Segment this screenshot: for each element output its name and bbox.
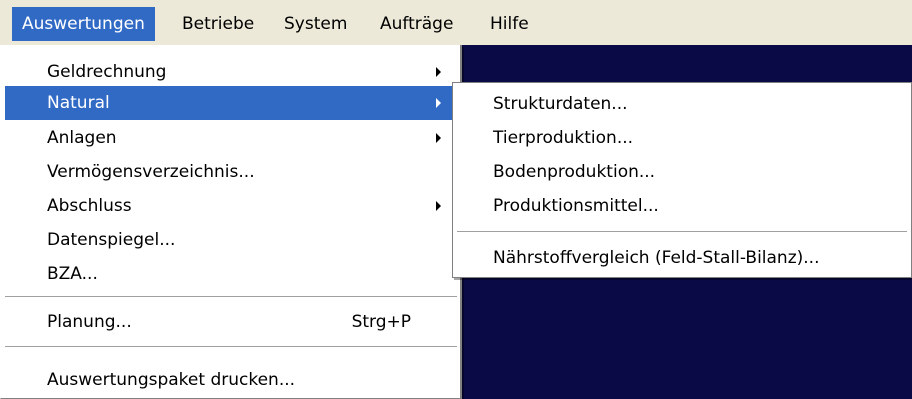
menu-item-abschluss[interactable]: Abschluss (5, 189, 457, 223)
menu-item-label: Strukturdaten... (493, 94, 628, 114)
menu-item-auswertungspaket-drucken[interactable]: Auswertungspaket drucken... (5, 363, 457, 397)
menu-item-anlagen[interactable]: Anlagen (5, 121, 457, 155)
menubar-item-auftraege[interactable]: Aufträge (370, 7, 463, 41)
menu-item-planung[interactable]: Planung... Strg+P (5, 305, 457, 339)
menu-item-label: Anlagen (47, 128, 117, 148)
natural-submenu: Strukturdaten... Tierproduktion... Boden… (452, 82, 912, 278)
auswertungen-dropdown-menu: Geldrechnung Natural Anlagen Vermögensve… (0, 45, 462, 399)
menu-item-shortcut: Strg+P (351, 312, 411, 332)
submenu-item-strukturdaten[interactable]: Strukturdaten... (457, 87, 907, 121)
menu-item-label: BZA... (47, 264, 98, 284)
submenu-arrow-icon (436, 201, 441, 211)
submenu-item-bodenproduktion[interactable]: Bodenproduktion... (457, 155, 907, 189)
menubar-item-system[interactable]: System (274, 7, 357, 41)
submenu-item-naehrstoffvergleich[interactable]: Nährstoffvergleich (Feld-Stall-Bilanz)..… (457, 241, 907, 275)
menu-item-geldrechnung[interactable]: Geldrechnung (5, 55, 457, 89)
menu-item-datenspiegel[interactable]: Datenspiegel... (5, 223, 457, 257)
submenu-item-produktionsmittel[interactable]: Produktionsmittel... (457, 189, 907, 223)
menu-item-label: Bodenproduktion... (493, 162, 656, 182)
menubar-item-hilfe[interactable]: Hilfe (480, 7, 539, 41)
submenu-item-tierproduktion[interactable]: Tierproduktion... (457, 121, 907, 155)
menu-item-label: Vermögensverzeichnis... (47, 162, 255, 182)
submenu-arrow-icon (436, 98, 441, 108)
menu-item-label: Tierproduktion... (493, 128, 634, 148)
submenu-arrow-icon (436, 67, 441, 77)
submenu-arrow-icon (436, 133, 441, 143)
menu-item-label: Natural (47, 93, 110, 113)
menu-item-label: Abschluss (47, 196, 132, 216)
menu-separator (5, 296, 457, 298)
menubar-item-betriebe[interactable]: Betriebe (172, 7, 264, 41)
menu-item-vermoegensverzeichnis[interactable]: Vermögensverzeichnis... (5, 155, 457, 189)
menu-bar: Auswertungen Betriebe System Aufträge Hi… (0, 0, 912, 45)
menu-item-natural[interactable]: Natural (5, 86, 457, 120)
menu-item-label: Planung... (47, 312, 132, 332)
menu-item-label: Datenspiegel... (47, 230, 176, 250)
menu-item-label: Auswertungspaket drucken... (47, 370, 296, 390)
menu-separator (457, 231, 907, 233)
menu-item-label: Produktionsmittel... (493, 196, 659, 216)
menubar-item-auswertungen[interactable]: Auswertungen (12, 7, 155, 41)
menu-item-bza[interactable]: BZA... (5, 257, 457, 291)
menu-separator (5, 346, 457, 348)
menu-item-label: Nährstoffvergleich (Feld-Stall-Bilanz)..… (493, 248, 820, 268)
menu-item-label: Geldrechnung (47, 62, 167, 82)
